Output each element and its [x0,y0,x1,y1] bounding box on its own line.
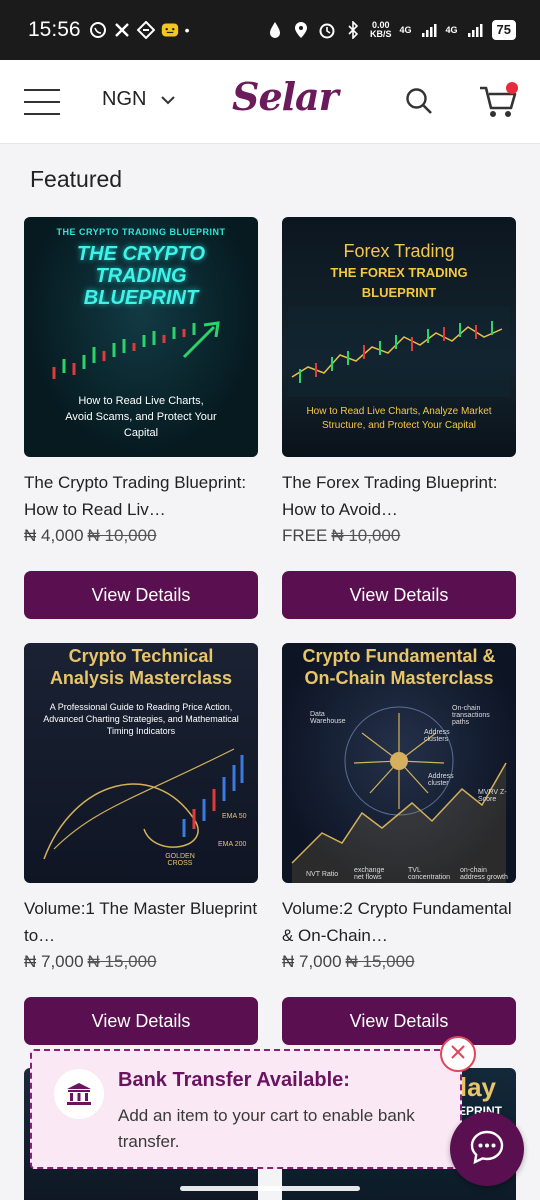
product-cover[interactable]: THE CRYPTO TRADING BLUEPRINT THE CRYPTO … [24,217,258,457]
product-card[interactable]: Crypto Fundamental & On-Chain Masterclas… [282,643,516,1045]
product-card[interactable]: Forex Trading THE FOREX TRADING BLUEPRIN… [282,217,516,619]
status-time: 15:56 [28,18,81,41]
chevron-down-icon [160,88,176,111]
product-cover[interactable]: Forex Trading THE FOREX TRADING BLUEPRIN… [282,217,516,457]
cart-notification-dot [506,82,518,94]
product-title[interactable]: Volume:2 Crypto Fundamental & On-Chain… [282,895,516,949]
chat-button[interactable] [450,1112,524,1186]
status-bar: 15:56 • 0.00 KB/S 4G 4G 75 [0,0,540,60]
battery-indicator: 75 [491,20,516,40]
signal-1: 4G [399,24,412,35]
close-icon [450,1044,466,1065]
product-price: FREE ₦ 10,000 [282,526,401,545]
signal-bars-2-icon [466,21,484,39]
bank-transfer-banner: Bank Transfer Available: Add an item to … [30,1049,462,1169]
chart-illustration [288,307,510,397]
chart-illustration [43,748,244,860]
menu-icon[interactable] [24,89,60,115]
view-details-button[interactable]: View Details [282,571,516,619]
section-title: Featured [30,166,123,192]
search-icon[interactable] [404,86,434,121]
app-header: NGN Selar [0,60,540,144]
alarm-icon [318,21,336,39]
net-speed: 0.00 KB/S [369,20,392,39]
banner-text: Add an item to your cart to enable bank … [118,1106,415,1151]
view-details-button[interactable]: View Details [24,571,258,619]
product-cover[interactable]: Crypto Technical Analysis Masterclass A … [24,643,258,883]
old-price: ₦ 10,000 [87,526,157,545]
bluetooth-icon [344,21,362,39]
product-price: ₦ 7,000 ₦ 15,000 [24,952,157,971]
x-icon [113,21,131,39]
old-price: ₦ 15,000 [345,952,415,971]
product-title[interactable]: The Forex Trading Blueprint: How to Avoi… [282,469,516,523]
whatsapp-icon [89,21,107,39]
product-cover[interactable]: Crypto Fundamental & On-Chain Masterclas… [282,643,516,883]
cart-button[interactable] [478,80,520,122]
bank-icon [54,1069,104,1119]
location-icon [292,21,310,39]
product-card[interactable]: Crypto Technical Analysis Masterclass A … [24,643,258,1045]
currency-selector[interactable]: NGN [102,88,176,111]
product-price: ₦ 4,000 ₦ 10,000 [24,526,157,545]
selar-logo[interactable]: Selar [232,74,339,119]
currency-label: NGN [102,88,147,110]
product-price: ₦ 7,000 ₦ 15,000 [282,952,415,971]
product-title[interactable]: Volume:1 The Master Blueprint to… [24,895,258,949]
close-banner-button[interactable] [440,1036,476,1072]
old-price: ₦ 10,000 [331,526,401,545]
old-price: ₦ 15,000 [87,952,157,971]
view-details-button[interactable]: View Details [282,997,516,1045]
cart-icon [478,86,520,126]
chat-icon [468,1128,506,1171]
emoji-icon [161,21,179,39]
banner-title: Bank Transfer Available: [118,1069,350,1091]
product-title[interactable]: The Crypto Trading Blueprint: How to Rea… [24,469,258,523]
drop-icon [266,21,284,39]
home-indicator[interactable] [180,1186,360,1191]
signal-bars-icon [420,21,438,39]
app-icon [136,21,155,39]
view-details-button[interactable]: View Details [24,997,258,1045]
chart-illustration [52,321,220,379]
product-card[interactable]: THE CRYPTO TRADING BLUEPRINT THE CRYPTO … [24,217,258,619]
signal-2: 4G [445,24,458,35]
